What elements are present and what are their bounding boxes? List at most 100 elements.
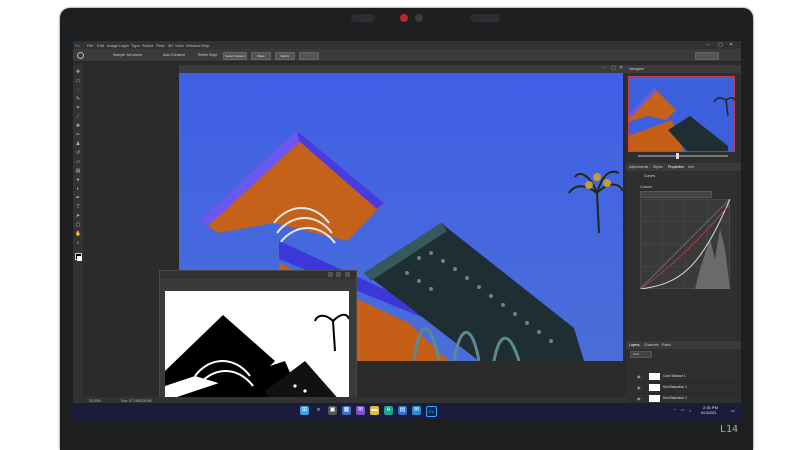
wifi-icon[interactable]: ◠ xyxy=(681,408,685,413)
popup-minimize-icon[interactable] xyxy=(328,272,333,277)
tab-adjustments[interactable]: Adjustments xyxy=(629,163,648,171)
eye-icon[interactable]: ◉ xyxy=(637,374,642,379)
camera-slot-left xyxy=(351,14,375,22)
background-color-swatch[interactable] xyxy=(77,256,82,261)
menu-3d[interactable]: 3D xyxy=(168,43,173,48)
mask-button[interactable]: Mask xyxy=(251,52,271,60)
tab-paths[interactable]: Paths xyxy=(662,341,671,349)
volume-icon[interactable]: ♪ xyxy=(689,408,691,413)
minimize-button[interactable]: – xyxy=(707,42,710,48)
maximize-button[interactable]: ▢ xyxy=(718,42,723,48)
model-label: L14 xyxy=(720,424,739,435)
option-refine[interactable]: Refine Edge xyxy=(198,53,217,57)
store-icon[interactable]: ▤ xyxy=(398,406,407,415)
navigator-thumbnail[interactable] xyxy=(628,76,735,152)
navigator-zoom-slider[interactable] xyxy=(638,155,728,157)
extra-button[interactable] xyxy=(299,52,319,60)
navigator-panel-title[interactable]: Navigator xyxy=(626,65,741,73)
camera-lens xyxy=(415,14,423,22)
document-tab-bar[interactable]: – ▢ ✕ xyxy=(179,65,629,73)
tab-styles[interactable]: Styles xyxy=(653,163,663,171)
option-sample[interactable]: Sample: All Layers xyxy=(113,53,142,57)
type-icon[interactable]: T xyxy=(75,204,81,210)
menu-edit[interactable]: Edit xyxy=(97,43,104,48)
doc-maximize-icon[interactable]: ▢ xyxy=(611,65,616,71)
camera-indicator xyxy=(400,14,408,22)
lasso-icon[interactable]: ◌ xyxy=(75,87,81,93)
brush-icon[interactable]: ✏ xyxy=(75,132,81,138)
close-button[interactable]: ✕ xyxy=(729,42,733,48)
curves-graph[interactable] xyxy=(640,199,730,289)
layer-name: Hue/Saturation 1 xyxy=(663,385,687,389)
layer-thumbnail xyxy=(649,395,660,402)
widgets-icon[interactable]: ▦ xyxy=(342,406,351,415)
eye-icon[interactable]: ◉ xyxy=(637,396,642,401)
layers-kind-label: Kind xyxy=(633,352,640,356)
clock-time[interactable]: 2:30 PM xyxy=(703,405,718,410)
menu-image[interactable]: Image xyxy=(107,43,118,48)
tab-info[interactable]: Info xyxy=(688,163,694,171)
menu-type[interactable]: Type xyxy=(131,43,140,48)
healing-icon[interactable]: ✚ xyxy=(75,123,81,129)
shape-icon[interactable]: ▢ xyxy=(75,222,81,228)
blur-icon[interactable]: ● xyxy=(75,177,81,183)
properties-tabs: Adjustments Styles Properties Info xyxy=(626,163,741,171)
tab-layers[interactable]: Layers xyxy=(629,341,640,349)
chat-icon[interactable]: ✉ xyxy=(356,406,365,415)
menu-view[interactable]: View xyxy=(175,43,184,48)
doc-minimize-icon[interactable]: – xyxy=(603,65,606,71)
navigator-zoom-thumb[interactable] xyxy=(676,153,679,159)
windows-icon[interactable]: ⊞ xyxy=(300,406,309,415)
move-icon[interactable]: ✥ xyxy=(75,69,81,75)
history-brush-icon[interactable]: ↺ xyxy=(75,150,81,156)
menu-file[interactable]: File xyxy=(87,43,93,48)
quick-select-icon[interactable] xyxy=(77,52,84,59)
crop-icon[interactable]: ⌗ xyxy=(75,105,81,111)
task-view-icon[interactable]: ▣ xyxy=(328,406,337,415)
preset-dropdown[interactable] xyxy=(640,191,712,198)
option-auto-enhance[interactable]: Auto-Enhance xyxy=(163,53,185,57)
tab-properties[interactable]: Properties xyxy=(668,163,684,171)
popup-maximize-icon[interactable] xyxy=(336,272,341,277)
workspace-dropdown[interactable] xyxy=(695,52,719,60)
photoshop-icon[interactable]: Ps xyxy=(426,406,437,417)
layer-name: Color Balance 1 xyxy=(663,374,686,378)
doc-close-icon[interactable]: ✕ xyxy=(619,65,623,71)
layers-tabs: Layers Channels Paths xyxy=(626,341,741,349)
layers-filter-dropdown[interactable]: Kind xyxy=(630,351,652,358)
edge-icon[interactable]: e xyxy=(384,406,393,415)
mask-preview-titlebar[interactable] xyxy=(160,271,356,279)
quick-select-icon[interactable]: ✎ xyxy=(75,96,81,102)
menu-window[interactable]: Window xyxy=(186,43,200,48)
mail-icon[interactable]: ✉ xyxy=(412,406,421,415)
clock-date[interactable]: 6/14/2021 xyxy=(701,411,717,415)
dodge-icon[interactable]: ◐ xyxy=(75,186,81,192)
pen-icon[interactable]: ✒ xyxy=(75,195,81,201)
menu-bar: Ps File Edit Image Layer Type Select Fil… xyxy=(73,41,741,49)
menu-help[interactable]: Help xyxy=(201,43,209,48)
popup-close-icon[interactable] xyxy=(345,272,350,277)
hand-icon[interactable]: ✋ xyxy=(75,231,81,237)
eyedropper-icon[interactable]: ⁄ xyxy=(75,114,81,120)
options-bar: Sample: All Layers Auto-Enhance Refine E… xyxy=(73,49,741,62)
menu-filter[interactable]: Filter xyxy=(156,43,165,48)
preset-label: Custom xyxy=(640,185,653,189)
eraser-icon[interactable]: ▱ xyxy=(75,159,81,165)
menu-layer[interactable]: Layer xyxy=(119,43,129,48)
search-icon[interactable]: ⌕ xyxy=(314,406,323,415)
layer-name: Hue/Saturation 2 xyxy=(663,396,687,400)
refine-button[interactable]: Refine xyxy=(275,52,295,60)
eye-icon[interactable]: ◉ xyxy=(637,385,642,390)
stamp-icon[interactable]: ♟ xyxy=(75,141,81,147)
zoom-icon[interactable]: ⌕ xyxy=(75,240,81,246)
menu-select[interactable]: Select xyxy=(142,43,153,48)
tab-channels[interactable]: Channels xyxy=(644,341,659,349)
path-select-icon[interactable]: ➤ xyxy=(75,213,81,219)
gradient-icon[interactable]: ▤ xyxy=(75,168,81,174)
file-explorer-icon[interactable]: ▬ xyxy=(370,406,379,415)
tray-chevron-icon[interactable]: ⌃ xyxy=(673,408,676,413)
marquee-icon[interactable]: ▭ xyxy=(75,78,81,84)
select-subject-button[interactable]: Select Subject xyxy=(223,52,247,60)
notification-icon[interactable]: ▭ xyxy=(731,408,735,413)
right-panels: Navigator Adjustments Styles Properties … xyxy=(626,65,741,405)
